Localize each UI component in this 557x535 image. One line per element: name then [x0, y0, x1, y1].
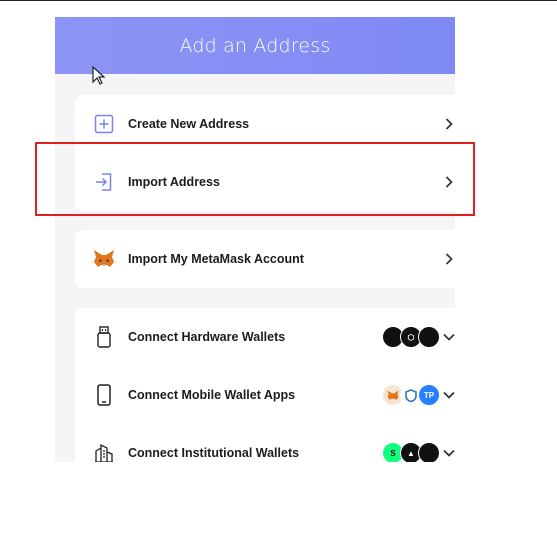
- import-arrow-icon: [93, 171, 115, 193]
- primary-actions-card: Create New Address Import Address: [75, 95, 455, 211]
- create-new-address-button[interactable]: Create New Address: [75, 95, 455, 153]
- import-metamask-label: Import My MetaMask Account: [128, 252, 304, 266]
- mobile-wallet-badges: TP: [382, 384, 440, 406]
- chevron-right-icon: [445, 118, 453, 130]
- institution-building-icon: [93, 442, 115, 462]
- metamask-card: Import My MetaMask Account: [75, 230, 455, 288]
- connect-hardware-wallets-label: Connect Hardware Wallets: [128, 330, 286, 344]
- panel-header: Add an Address: [55, 17, 455, 74]
- chevron-right-icon: [445, 176, 453, 188]
- custody-icon: [418, 442, 440, 462]
- page-title: Add an Address: [179, 34, 331, 57]
- connect-institutional-wallets-label: Connect Institutional Wallets: [128, 446, 300, 460]
- plus-square-icon: [93, 113, 115, 135]
- tokenpocket-icon: TP: [418, 384, 440, 406]
- connect-hardware-wallets-row[interactable]: Connect Hardware Wallets ⬡: [75, 308, 455, 366]
- create-new-address-label: Create New Address: [128, 117, 250, 131]
- chevron-down-icon[interactable]: [442, 388, 455, 402]
- connect-mobile-wallet-apps-row[interactable]: Connect Mobile Wallet Apps TP: [75, 366, 455, 424]
- import-metamask-button[interactable]: Import My MetaMask Account: [75, 230, 455, 288]
- add-address-panel: Add an Address Create New Address Import…: [55, 17, 455, 462]
- connect-mobile-wallet-apps-label: Connect Mobile Wallet Apps: [128, 388, 296, 402]
- mouse-cursor-icon: [92, 66, 106, 85]
- chevron-down-icon[interactable]: [442, 330, 455, 344]
- usb-device-icon: [93, 326, 115, 348]
- keystone-icon: [418, 326, 440, 348]
- metamask-fox-icon: [93, 248, 115, 270]
- hardware-wallet-badges: ⬡: [382, 326, 440, 348]
- import-address-label: Import Address: [128, 175, 220, 189]
- chevron-down-icon[interactable]: [442, 446, 455, 460]
- connect-institutional-wallets-row[interactable]: Connect Institutional Wallets S ▲: [75, 424, 455, 462]
- import-address-button[interactable]: Import Address: [75, 153, 455, 211]
- institutional-wallet-badges: S ▲: [382, 442, 440, 462]
- top-border: [0, 0, 557, 1]
- mobile-phone-icon: [93, 384, 115, 406]
- connections-card: Connect Hardware Wallets ⬡ Connect Mobil…: [75, 308, 455, 462]
- chevron-right-icon: [445, 253, 453, 265]
